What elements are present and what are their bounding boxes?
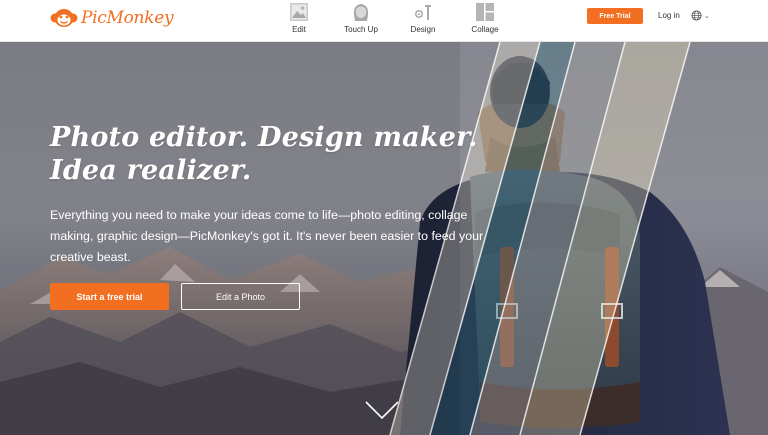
collage-icon: [476, 3, 494, 21]
free-trial-button[interactable]: Free Trial: [587, 8, 643, 24]
hero-headline: Photo editor. Design maker. Idea realize…: [50, 121, 510, 187]
hero-subtext: Everything you need to make your ideas c…: [50, 208, 484, 264]
nav-label-touch-up: Touch Up: [344, 25, 378, 34]
main-nav: Edit Touch Up Design Collage: [268, 0, 516, 42]
chevron-down-icon: ⌄: [704, 12, 710, 20]
face-icon: [353, 4, 369, 21]
nav-item-edit[interactable]: Edit: [268, 0, 330, 42]
nav-label-design: Design: [410, 25, 436, 34]
globe-icon: [691, 10, 702, 21]
brand-name: PicMonkey: [81, 8, 174, 28]
nav-label-edit: Edit: [292, 25, 306, 34]
image-icon: [290, 3, 308, 21]
nav-item-collage[interactable]: Collage: [454, 0, 516, 42]
picmonkey-logo[interactable]: PicMonkey: [50, 7, 174, 29]
start-free-trial-button[interactable]: Start a free trial: [50, 283, 169, 310]
login-link[interactable]: Log in: [658, 11, 680, 20]
nav-item-touch-up[interactable]: Touch Up: [330, 0, 392, 42]
top-navigation-bar: PicMonkey Edit Touch Up Design Collage F…: [0, 0, 768, 42]
monkey-logo-icon: [50, 9, 78, 27]
design-icon: [415, 5, 431, 20]
language-selector[interactable]: ⌄: [691, 10, 710, 21]
hero-headline-line-1: Photo editor. Design maker.: [50, 122, 478, 153]
hero-banner: Photo editor. Design maker. Idea realize…: [0, 42, 768, 435]
hero-headline-line-2: Idea realizer.: [50, 155, 252, 186]
chevron-down-icon[interactable]: [364, 399, 400, 421]
nav-label-collage: Collage: [471, 25, 499, 34]
nav-item-design[interactable]: Design: [392, 0, 454, 42]
edit-a-photo-button[interactable]: Edit a Photo: [181, 283, 300, 310]
